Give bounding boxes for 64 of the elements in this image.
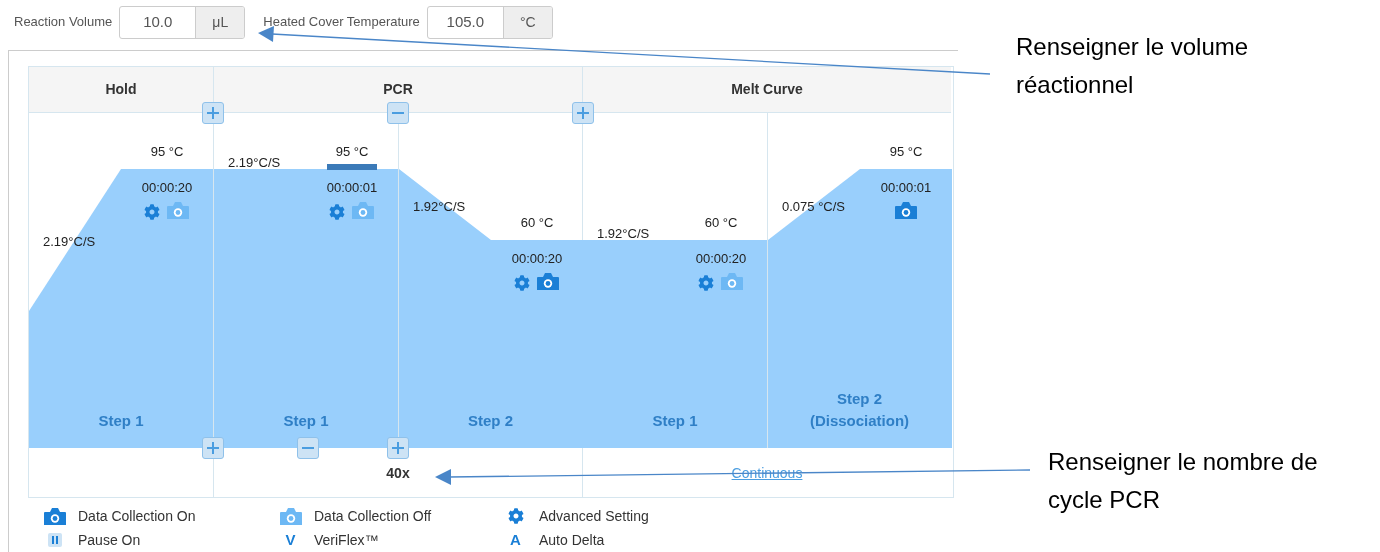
annotation-text: Renseigner le nombre de cycle PCR	[1048, 447, 1319, 515]
hold-time[interactable]: 00:00:01	[860, 178, 952, 198]
step-label: Step 1	[98, 411, 144, 431]
unit-label: °C	[502, 6, 552, 38]
temperature-label[interactable]: 60 °C	[675, 213, 767, 233]
gear-icon[interactable]	[698, 275, 714, 291]
legend-label: Auto Delta	[539, 530, 605, 550]
temperature-label[interactable]: 60 °C	[491, 213, 583, 233]
unit-label: μL	[195, 6, 245, 38]
camera-icon	[351, 201, 375, 220]
stage-title: PCR	[383, 80, 413, 99]
ramp-rate[interactable]: 1.92°C/S	[597, 224, 650, 244]
camera-icon	[894, 201, 918, 220]
step-sublabel: (Dissociation)	[809, 411, 910, 431]
gear-icon[interactable]	[514, 275, 530, 291]
temperature-label[interactable]: 95 °C	[306, 142, 398, 162]
camera-icon	[720, 272, 744, 291]
ramp-rate[interactable]: 0.075 °C/S	[782, 196, 845, 216]
camera-icon	[42, 506, 67, 526]
ramp-rate[interactable]: 2.19°C/S	[43, 232, 96, 252]
gear-icon[interactable]	[329, 204, 345, 220]
step-label: Step 2	[468, 411, 513, 431]
gear-icon[interactable]	[144, 204, 160, 220]
number-field[interactable]: 105.0 °C	[426, 5, 553, 39]
legend-label: Advanced Setting	[539, 506, 649, 526]
hold-time[interactable]: 00:00:20	[121, 178, 213, 198]
temperature-label[interactable]: 95 °C	[860, 142, 952, 162]
step-label: Step 2	[837, 389, 882, 409]
letter-icon: A	[510, 528, 521, 552]
ramp-rate[interactable]: 1.92°C/S	[413, 196, 466, 216]
stage-title: Hold	[105, 80, 137, 99]
cycle-count[interactable]: 40x	[386, 463, 410, 484]
plus-icon	[206, 106, 220, 120]
gear-icon	[507, 508, 524, 524]
plus-icon	[576, 106, 590, 120]
legend-label: Data Collection Off	[314, 506, 432, 526]
legend-label: Pause On	[78, 530, 141, 550]
number-field[interactable]: 10.0 μL	[119, 5, 246, 39]
plus-icon	[206, 441, 220, 455]
plus-icon	[391, 441, 405, 455]
add-button[interactable]	[202, 437, 224, 459]
legend-label: VeriFlex™	[314, 530, 379, 550]
step-label: Step 1	[652, 411, 698, 431]
legend-label: Data Collection On	[78, 506, 196, 526]
remove-button[interactable]	[387, 102, 409, 124]
stage-title: Melt Curve	[731, 80, 803, 99]
letter-icon: V	[285, 528, 296, 552]
remove-button[interactable]	[297, 437, 319, 459]
hold-time[interactable]: 00:00:01	[306, 178, 398, 198]
pause-icon	[46, 532, 63, 548]
camera-icon	[536, 272, 560, 291]
temperature-label[interactable]: 95 °C	[121, 142, 213, 162]
field-label: Heated Cover Temperature	[263, 13, 420, 32]
annotation-text: Renseigner le volume réactionnel	[1016, 32, 1250, 100]
camera-icon	[278, 506, 303, 526]
add-button[interactable]	[572, 102, 594, 124]
add-button[interactable]	[387, 437, 409, 459]
hold-time[interactable]: 00:00:20	[675, 249, 767, 269]
hold-time[interactable]: 00:00:20	[491, 249, 583, 269]
step-label: Step 1	[283, 411, 329, 431]
field-label: Reaction Volume	[14, 13, 113, 32]
ramp-rate[interactable]: 2.19°C/S	[228, 153, 281, 173]
add-button[interactable]	[202, 102, 224, 124]
camera-icon	[166, 201, 190, 220]
